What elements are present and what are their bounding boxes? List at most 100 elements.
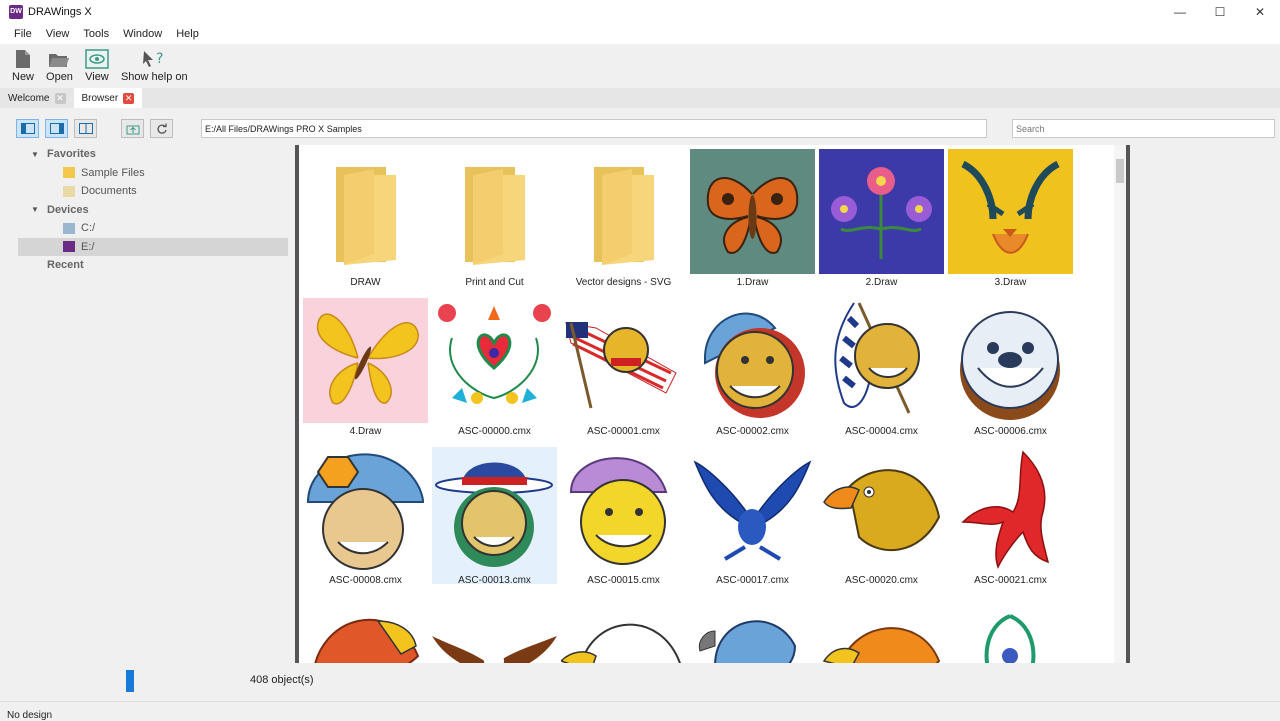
folder-icon (593, 166, 654, 265)
folk-heart-thumbnail (438, 304, 551, 404)
close-button[interactable]: ✕ (1240, 0, 1280, 24)
open-button[interactable]: Open (40, 44, 79, 88)
tree-devices[interactable]: ▼ Devices (18, 201, 288, 220)
grid-item[interactable]: ASC-00015.cmx (561, 447, 686, 586)
eye-icon (85, 49, 109, 69)
drive-icon (63, 222, 75, 234)
grid-item[interactable]: ASC-00017.cmx (690, 447, 815, 586)
refresh-icon (157, 123, 167, 134)
scroll-thumb[interactable] (1116, 159, 1124, 183)
search-input[interactable] (1012, 119, 1275, 138)
menu-tools[interactable]: Tools (76, 28, 116, 40)
tree-favorites[interactable]: ▼ Favorites (18, 145, 288, 164)
item-caption: Vector designs - SVG (575, 277, 672, 288)
expand-caret-icon[interactable]: ▼ (31, 150, 41, 159)
grid-item[interactable]: 1.Draw (690, 149, 815, 288)
file-grid: DRAW Print and Cut Vector designs - SVG … (295, 145, 1130, 663)
grid-item[interactable]: ASC-00021.cmx (948, 447, 1073, 586)
grid-item-selected[interactable]: ASC-00013.cmx (432, 447, 557, 586)
close-icon[interactable]: ✕ (54, 92, 66, 104)
tree-item-drive-c[interactable]: C:/ (18, 219, 288, 238)
layout-split-icon (78, 123, 93, 134)
tree-item-drive-e[interactable]: E:/ (18, 237, 288, 256)
grid-item[interactable]: ASC-00000.cmx (432, 298, 557, 437)
open-label: Open (46, 71, 73, 83)
view-label: View (85, 71, 109, 83)
tree-item-sample-files[interactable]: Sample Files (18, 164, 288, 183)
menu-help[interactable]: Help (169, 28, 206, 40)
new-button[interactable]: New (6, 44, 40, 88)
grid-item[interactable]: 2.Draw (819, 149, 944, 288)
window-title: DRAWings X (28, 6, 92, 18)
refresh-button[interactable] (150, 119, 173, 138)
layout-split-button[interactable] (74, 119, 97, 138)
grid-item[interactable] (432, 596, 557, 663)
object-count: 408 object(s) (250, 674, 314, 686)
menu-view[interactable]: View (39, 28, 77, 40)
tree-recent-label: Recent (47, 259, 84, 272)
tab-browser[interactable]: Browser ✕ (73, 88, 143, 108)
title-bar: DW DRAWings X — ☐ ✕ (0, 0, 1280, 24)
grid-item[interactable] (561, 596, 686, 663)
path-input[interactable] (201, 119, 987, 138)
folder-icon (63, 167, 75, 179)
item-caption: ASC-00006.cmx (974, 426, 1047, 437)
grid-item[interactable] (690, 596, 815, 663)
grid-item[interactable]: ASC-00002.cmx (690, 298, 815, 437)
item-caption: DRAW (350, 277, 381, 288)
bulldog-hat-thumbnail (435, 462, 553, 567)
blue-eagle-head-thumbnail (698, 620, 797, 663)
tree-recent[interactable]: Recent (18, 256, 288, 275)
new-label: New (12, 71, 35, 83)
grid-item[interactable]: ASC-00006.cmx (948, 298, 1073, 437)
grid-item[interactable]: ASC-00008.cmx (303, 447, 428, 586)
red-eagle-thumbnail (961, 450, 1050, 569)
item-caption: 2.Draw (865, 277, 898, 288)
item-caption: ASC-00020.cmx (845, 575, 918, 586)
bulldog-spiked-thumbnail (960, 311, 1060, 420)
tree-favorites-label: Favorites (47, 148, 96, 161)
menu-file[interactable]: File (7, 28, 39, 40)
grid-item[interactable]: ASC-00020.cmx (819, 447, 944, 586)
grid-item[interactable]: ASC-00001.cmx (561, 298, 686, 437)
folder-icon (335, 166, 396, 265)
show-help-button[interactable]: ? Show help on (115, 44, 194, 88)
expand-caret-icon[interactable]: ▼ (31, 205, 41, 214)
item-caption: ASC-00004.cmx (845, 426, 918, 437)
design-status: No design (7, 710, 53, 721)
vertical-scrollbar[interactable] (1114, 145, 1126, 663)
minimize-button[interactable]: — (1160, 0, 1200, 24)
layout-right-pane-button[interactable] (45, 119, 68, 138)
help-cursor-icon: ? (143, 51, 164, 67)
tiger-thumbnail (948, 149, 1073, 274)
tree-item-documents[interactable]: Documents (18, 182, 288, 201)
item-caption: ASC-00000.cmx (458, 426, 531, 437)
maximize-button[interactable]: ☐ (1200, 0, 1240, 24)
tree-devices-label: Devices (47, 203, 89, 216)
grid-item[interactable] (303, 596, 428, 663)
grid-item[interactable]: Print and Cut (432, 149, 557, 288)
blue-eagle-thumbnail (693, 460, 812, 561)
drawings-drive-icon (63, 241, 75, 253)
view-dropdown-button[interactable]: View (79, 44, 115, 88)
folder-icon (464, 166, 525, 265)
item-caption: ASC-00008.cmx (329, 575, 402, 586)
item-caption: 1.Draw (736, 277, 769, 288)
grid-item[interactable] (819, 596, 944, 663)
up-folder-button[interactable] (121, 119, 144, 138)
svg-text:?: ? (156, 51, 163, 67)
menu-window[interactable]: Window (116, 28, 169, 40)
tab-browser-label: Browser (81, 92, 119, 104)
tab-welcome[interactable]: Welcome ✕ (0, 88, 74, 108)
brown-eagle-thumbnail (432, 636, 557, 663)
grid-item[interactable]: DRAW (303, 149, 428, 288)
grid-item[interactable] (948, 596, 1073, 663)
folder-tree: ▼ Favorites Sample Files Documents ▼ Dev… (18, 145, 288, 663)
grid-item[interactable]: ASC-00004.cmx (819, 298, 944, 437)
item-caption: Print and Cut (465, 277, 524, 288)
close-icon[interactable]: ✕ (123, 92, 135, 104)
layout-left-pane-button[interactable] (16, 119, 39, 138)
grid-item[interactable]: 3.Draw (948, 149, 1073, 288)
grid-item[interactable]: Vector designs - SVG (561, 149, 686, 288)
grid-item[interactable]: 4.Draw (303, 298, 428, 437)
